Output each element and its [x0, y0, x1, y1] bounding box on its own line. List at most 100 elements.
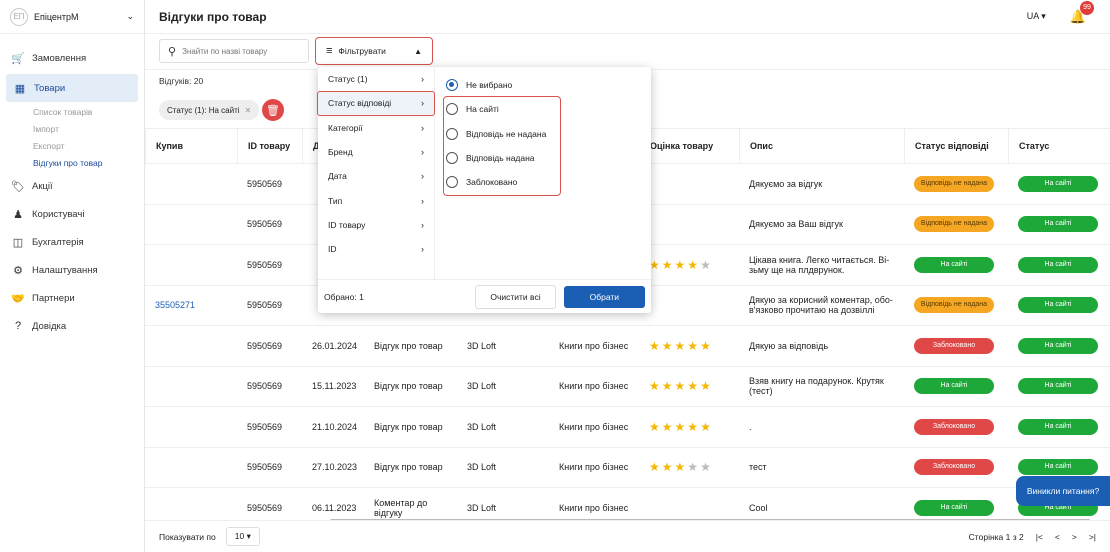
star-icon: ★	[700, 460, 713, 475]
sidebar-item-1[interactable]: ▦ Товари	[6, 74, 138, 102]
filter-button[interactable]: ≡ Фільтрувати ▲	[315, 37, 433, 65]
cell-date: 27.10.2023	[312, 462, 358, 473]
nav-icon: ◫	[12, 236, 24, 249]
star-icon: ★	[649, 379, 662, 394]
star-icon: ★	[674, 460, 688, 475]
cell-brand: 3D Loft	[467, 502, 497, 513]
subnav-item[interactable]: Список товарів	[0, 104, 144, 121]
table-row[interactable]: 5950569 27.10.2023 Відгук про товар 3D Loft…	[145, 448, 1110, 488]
brand-switcher[interactable]: ЕП ЕпіцентрМ ⌄	[0, 0, 144, 34]
search-input[interactable]	[182, 46, 293, 56]
sidebar-item-label: Партнери	[32, 292, 75, 304]
search-icon: ⚲	[168, 45, 177, 58]
filter-category-item[interactable]: ID ›	[318, 237, 434, 261]
sidebar-item-4[interactable]: ◫ Бухгалтерія	[0, 228, 144, 256]
column-header[interactable]: Статус відповіді	[904, 128, 1008, 164]
reply-status-cell: На сайті	[904, 256, 1008, 273]
last-page-icon[interactable]: >|	[1089, 532, 1096, 542]
language-select[interactable]: UA ▾	[1027, 11, 1046, 22]
column-header[interactable]: Опис	[739, 128, 904, 164]
filter-chip[interactable]: Статус (1): На сайті ✕	[159, 100, 260, 120]
subnav-item[interactable]: Експорт	[0, 138, 144, 155]
filter-category-item[interactable]: Категорії ›	[318, 116, 434, 140]
cell-buyer[interactable]: 35505271	[145, 300, 237, 310]
star-icon: ★	[674, 257, 688, 272]
star-icon: ★	[700, 419, 713, 434]
cell-id: 5950569	[247, 219, 283, 230]
rating-stars: ★★★★★	[639, 379, 739, 393]
filter-category-item[interactable]: ID товару ›	[318, 213, 434, 237]
help-button[interactable]: Виникли питання?	[1016, 476, 1110, 506]
filter-category-item[interactable]: Тип ›	[318, 188, 434, 212]
reply-status-badge: Заблоковано	[914, 337, 994, 354]
filter-category-item[interactable]: Статус (1) ›	[318, 67, 434, 91]
chevron-right-icon: ›	[421, 98, 424, 109]
star-icons: ★★★★★	[649, 339, 713, 353]
cell-cat: Книги про бізнес	[559, 462, 629, 473]
reply-status-badge: Відповідь не надана	[914, 216, 994, 233]
filter-category-label: Тип	[328, 195, 343, 206]
reply-status-cell: Відповідь не надана	[904, 216, 1008, 233]
cell-brand: 3D Loft	[467, 340, 497, 351]
status-cell: На сайті	[1008, 378, 1110, 395]
sidebar-item-7[interactable]: ? Довідка	[0, 312, 144, 340]
reply-status-cell: Заблоковано	[904, 459, 1008, 476]
sidebar-item-5[interactable]: ⚙ Налаштування	[0, 256, 144, 284]
status-badge: На сайті	[1018, 459, 1098, 476]
status-badge: На сайті	[1018, 337, 1098, 354]
radio-label: Не вибрано	[466, 80, 513, 91]
sidebar-item-3[interactable]: ♟ Користувачі	[0, 200, 144, 228]
table-row[interactable]: 5950569 26.01.2024 Відгук про товар 3D Loft…	[145, 326, 1110, 367]
cell-desc: Дякуємо за Ваш відгук	[749, 219, 843, 230]
chevron-right-icon: ›	[421, 171, 424, 182]
table-row[interactable]: 5950569 21.10.2024 Відгук про товар 3D Loft…	[145, 407, 1110, 448]
subnav-item[interactable]: Відгуки про товар	[0, 155, 144, 172]
star-icon: ★	[661, 257, 675, 272]
sidebar-item-6[interactable]: 🤝 Партнери	[0, 284, 144, 312]
cell-desc: Цікава книга. Легко читається. Ві-зьму щ…	[749, 254, 890, 275]
column-header[interactable]: ID товару	[237, 128, 302, 164]
status-cell: На сайті	[1008, 256, 1110, 273]
column-header[interactable]: Оцінка товару	[639, 128, 739, 164]
page-info: Сторінка 1 з 2	[968, 531, 1024, 542]
first-page-icon[interactable]: |<	[1036, 532, 1043, 542]
cell-type: Відгук про товар	[374, 462, 443, 473]
reviews-count: Відгуків: 20	[159, 76, 204, 86]
subnav-item[interactable]: Імпорт	[0, 121, 144, 138]
table-row[interactable]: 5950569 15.11.2023 Відгук про товар 3D Loft…	[145, 367, 1110, 407]
cell-brand: 3D Loft	[467, 462, 497, 473]
apply-button[interactable]: Обрати	[563, 285, 645, 308]
cell-type: Відгук про товар	[374, 421, 443, 432]
sidebar-item-0[interactable]: 🛒 Замовлення	[0, 44, 144, 72]
bell-icon[interactable]: 🔔 99	[1070, 0, 1094, 25]
prev-page-icon[interactable]: <	[1055, 532, 1060, 542]
reply-status-cell: На сайті	[904, 378, 1008, 395]
chevron-right-icon: ›	[421, 244, 424, 255]
filter-category-item[interactable]: Бренд ›	[318, 140, 434, 164]
radio-button[interactable]	[446, 79, 458, 92]
rating-stars: ★★★★★	[639, 460, 739, 474]
radio-option[interactable]: Не вибрано	[442, 73, 642, 97]
filter-category-label: Категорії	[328, 122, 363, 133]
star-icon: ★	[700, 257, 713, 272]
page-size-select[interactable]: 10 ▾	[225, 527, 260, 546]
cell-id: 5950569	[247, 421, 283, 432]
search-box[interactable]: ⚲	[159, 39, 309, 63]
next-page-icon[interactable]: >	[1072, 532, 1077, 542]
nav-icon: ⚙	[13, 264, 23, 277]
trash-icon[interactable]: 🗑	[262, 99, 284, 121]
sidebar-item-2[interactable]: 🏷 Акції	[0, 172, 144, 200]
clear-all-button[interactable]: Очистити всі	[475, 284, 556, 309]
close-icon[interactable]: ✕	[245, 106, 252, 115]
reply-status-badge: На сайті	[914, 256, 994, 273]
sidebar: ЕП ЕпіцентрМ ⌄ 🛒 Замовлення ▦ Товари Список …	[0, 0, 145, 552]
column-header[interactable]: Статус	[1008, 128, 1110, 164]
filter-category-item[interactable]: Статус відповіді ›	[317, 91, 435, 116]
nav-icon: ▦	[14, 82, 26, 95]
cell-desc: Cool	[749, 502, 768, 513]
cell-cat: Книги про бізнес	[559, 502, 629, 513]
column-header[interactable]: Купив	[145, 128, 237, 164]
filter-category-item[interactable]: Дата ›	[318, 164, 434, 188]
cell-type: Коментар до відгуку	[374, 497, 428, 518]
rating-stars: ★★★★★	[639, 420, 739, 434]
